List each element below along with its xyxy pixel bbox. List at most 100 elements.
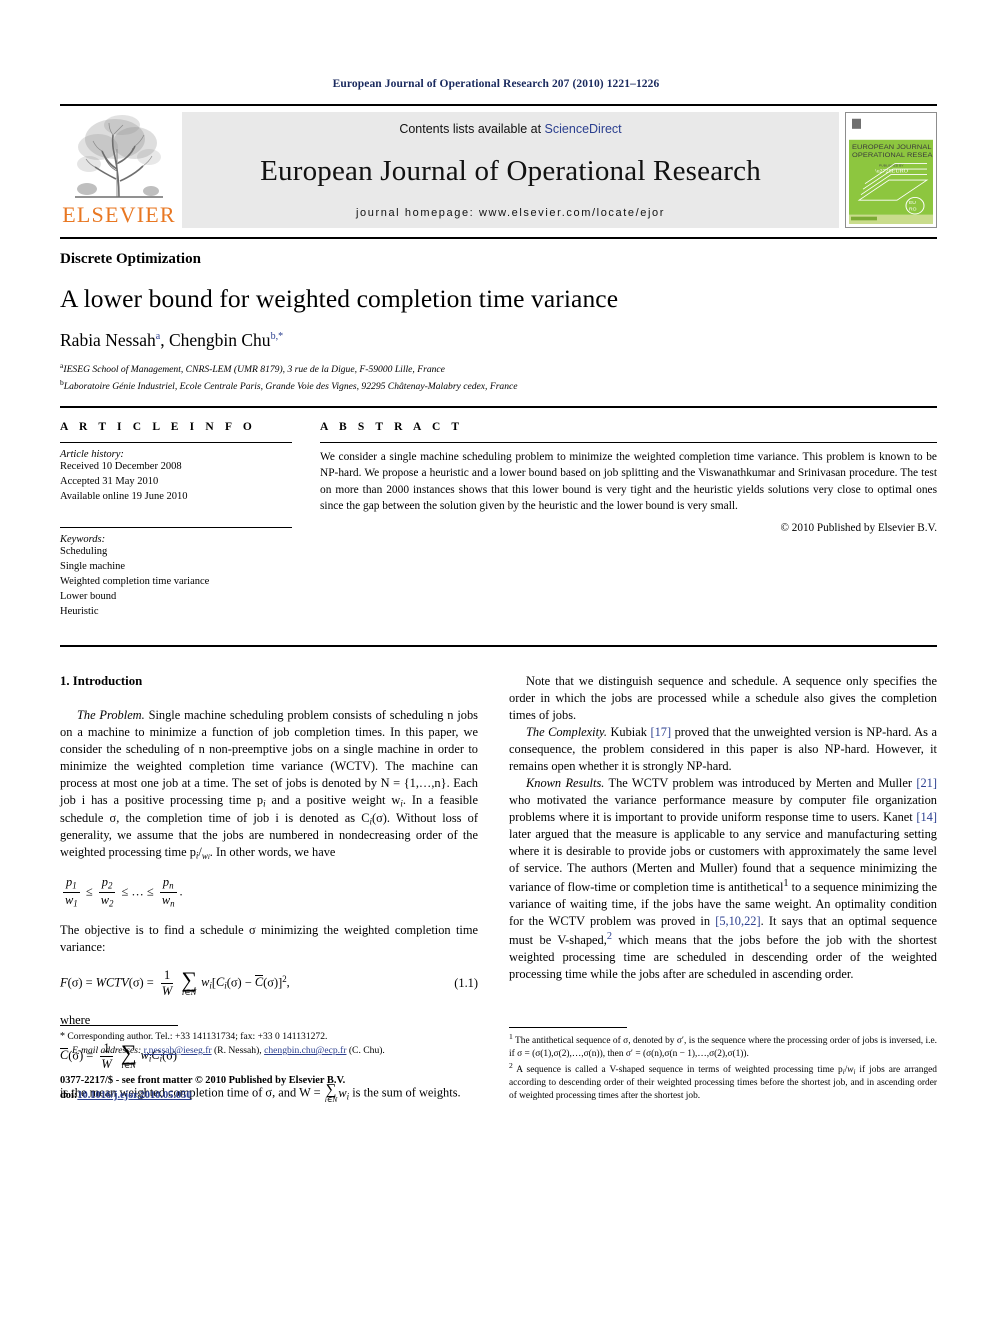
email-1-who: (R. Nessah),: [211, 1045, 262, 1057]
issn-copyright-line: 0377-2217/$ - see front matter © 2010 Pu…: [60, 1074, 478, 1103]
keyword-item: Lower bound: [60, 590, 117, 602]
svg-text:EU: EU: [909, 200, 916, 206]
author-name-2: Chengbin Chu: [168, 330, 271, 350]
elsevier-logo: ELSEVIER: [60, 112, 178, 228]
issn-text: 0377-2217/$ - see front matter © 2010 Pu…: [60, 1074, 346, 1086]
footnotes-rule: [509, 1026, 627, 1028]
keyword-item: Scheduling: [60, 545, 108, 557]
history-online: Available online 19 June 2010: [60, 491, 188, 502]
article-history-label: Article history:: [60, 449, 124, 461]
keyword-item: Single machine: [60, 560, 126, 572]
abstract-column: A B S T R A C T We consider a single mac…: [320, 421, 937, 619]
keywords-label: Keywords:: [60, 533, 106, 545]
known-results-b: who motivated the variance performance m…: [509, 793, 937, 825]
author-2-affil-marker[interactable]: b,*: [271, 331, 284, 342]
fraction-pn-wn: pn wn: [159, 874, 177, 909]
complexity-text-a: Kubiak: [606, 725, 651, 740]
contents-prefix: Contents lists available at: [399, 122, 545, 136]
citation-17[interactable]: [17]: [650, 725, 671, 739]
footnote-1-text: The antithetical sequence of σ, denoted …: [509, 1035, 937, 1059]
journal-homepage[interactable]: journal homepage: www.elsevier.com/locat…: [356, 207, 665, 219]
abstract-rule: [320, 442, 937, 444]
keyword-item: Heuristic: [60, 605, 99, 617]
equation-number: (1.1): [454, 976, 478, 991]
article-info-column: A R T I C L E I N F O Article history: R…: [60, 421, 292, 619]
runin-known-results: Known Results.: [526, 776, 605, 791]
keywords-rule: [60, 526, 292, 528]
paragraph-known-results: Known Results. The WCTV problem was intr…: [509, 775, 937, 983]
affil-b-text: Laboratoire Génie Industriel, Ecole Cent…: [63, 381, 518, 393]
abstract-copyright: © 2010 Published by Elsevier B.V.: [780, 521, 937, 534]
keywords-list: Scheduling Single machine Weighted compl…: [60, 545, 292, 620]
journal-cover-thumbnail: EUROPEAN JOURNAL OF OPERATIONAL RESEARCH…: [845, 112, 937, 228]
section-heading-introduction: 1. Introduction: [60, 674, 143, 689]
paragraph-sequence-schedule: Note that we distinguish sequence and sc…: [509, 674, 937, 723]
author-name-1: Rabia Nessah: [60, 330, 156, 350]
abstract-text: We consider a single machine scheduling …: [320, 451, 937, 512]
paragraph-problem-text-5: . In other words, we have: [209, 845, 336, 860]
doi-link[interactable]: 10.1016/j.ejor.2010.05.050: [77, 1090, 191, 1101]
paragraph-problem: The Problem. Single machine scheduling p…: [60, 707, 478, 861]
running-head: European Journal of Operational Research…: [332, 78, 660, 90]
paragraph-complexity: The Complexity. Kubiak [17] proved that …: [509, 724, 937, 775]
summation-symbol: ∑ i∈N: [181, 966, 197, 997]
runin-the-complexity: The Complexity.: [526, 725, 607, 740]
keywords-block: Keywords: Scheduling Single machine Weig…: [60, 526, 292, 620]
doi-label: doi:: [60, 1089, 78, 1101]
contents-available-line: Contents lists available at ScienceDirec…: [399, 122, 621, 136]
footnotes-block: 1 The antithetical sequence of σ, denote…: [509, 1026, 937, 1103]
history-received: Received 10 December 2008: [60, 461, 182, 473]
email-addresses-line: E-mail addresses: r.nessah@ieseg.fr (R. …: [60, 1044, 478, 1058]
svg-text:RO: RO: [909, 206, 917, 212]
equation-1-1: F(σ) = WCTV(σ) = 1W ∑ i∈N wi[Ci(σ) − C(σ)…: [60, 966, 478, 999]
corresponding-author-line: * Corresponding author. Tel.: +33 141131…: [60, 1030, 478, 1045]
author-1-affil-marker[interactable]: a: [156, 331, 160, 342]
equation-1-1-body: F(σ) = WCTV(σ) = 1W ∑ i∈N wi[Ci(σ) − C(σ)…: [60, 966, 290, 999]
affil-a-text: IESEG School of Management, CNRS-LEM (UM…: [63, 364, 445, 376]
keyword-item: Weighted completion time variance: [60, 575, 210, 587]
article-section-kicker: Discrete Optimization: [60, 251, 201, 267]
paragraph-problem-text-2: and a positive weight w: [265, 792, 401, 807]
sciencedirect-link[interactable]: ScienceDirect: [545, 122, 622, 136]
author-list: Rabia Nessaha, Chengbin Chub,*: [60, 330, 284, 350]
elsevier-tree-icon: [65, 109, 173, 203]
affiliation-a: aIESEG School of Management, CNRS-LEM (U…: [60, 360, 937, 377]
title-block: Discrete Optimization A lower bound for …: [60, 239, 937, 394]
elsevier-wordmark: ELSEVIER: [62, 202, 176, 227]
email-link-chu[interactable]: chengbin.chu@ecp.fr: [264, 1045, 346, 1056]
correspondence-rule: [60, 1024, 178, 1026]
journal-article-page: European Journal of Operational Research…: [0, 0, 992, 1323]
info-abstract-row: A R T I C L E I N F O Article history: R…: [60, 408, 937, 619]
email-2-who: (C. Chu).: [346, 1045, 385, 1057]
article-body: 1. Introduction The Problem. Single mach…: [60, 647, 937, 1103]
correspondence-block: * Corresponding author. Tel.: +33 141131…: [60, 1024, 478, 1104]
article-info-heading: A R T I C L E I N F O: [60, 421, 256, 434]
journal-band: Contents lists available at ScienceDirec…: [182, 112, 839, 228]
abstract-heading: A B S T R A C T: [320, 421, 464, 434]
footnote-2: 2 A sequence is called a V-shaped sequen…: [509, 1060, 937, 1102]
article-info-rule: [60, 442, 292, 444]
known-results-a: The WCTV problem was introduced by Merte…: [604, 776, 917, 791]
body-left-column: 1. Introduction The Problem. Single mach…: [60, 673, 478, 1103]
fraction-1-over-W: 1W: [160, 967, 174, 999]
journal-title: European Journal of Operational Research: [260, 155, 761, 187]
citation-21[interactable]: [21]: [916, 776, 937, 790]
footnote-2-text-a: A sequence is called a V-shaped sequence…: [512, 1064, 843, 1075]
paragraph-objective: The objective is to find a schedule σ mi…: [60, 922, 478, 954]
fraction-p2-w2: p2 w2: [98, 874, 116, 909]
masthead: ELSEVIER Contents lists available at Sci…: [60, 104, 937, 228]
page-title: A lower bound for weighted completion ti…: [60, 284, 619, 313]
doi-line: doi:10.1016/j.ejor.2010.05.050: [60, 1089, 478, 1104]
runin-the-problem: The Problem.: [77, 707, 145, 722]
citation-5-10-22[interactable]: [5,10,22]: [715, 914, 760, 928]
email-label: E-mail addresses:: [72, 1045, 142, 1057]
email-link-nessah[interactable]: r.nessah@ieseg.fr: [144, 1045, 212, 1056]
svg-text:OPERATIONAL RESEARCH: OPERATIONAL RESEARCH: [852, 151, 933, 159]
footnote-1: 1 The antithetical sequence of σ, denote…: [509, 1032, 937, 1061]
history-accepted: Accepted 31 May 2010: [60, 476, 159, 488]
svg-text:EUROPEAN JOURNAL OF: EUROPEAN JOURNAL OF: [852, 143, 933, 151]
fraction-p1-w1: p1 w1: [63, 874, 80, 909]
citation-14[interactable]: [14]: [916, 810, 937, 824]
affiliation-b: bLaboratoire Génie Industriel, Ecole Cen…: [60, 377, 937, 394]
body-right-column: Note that we distinguish sequence and sc…: [509, 673, 937, 1103]
